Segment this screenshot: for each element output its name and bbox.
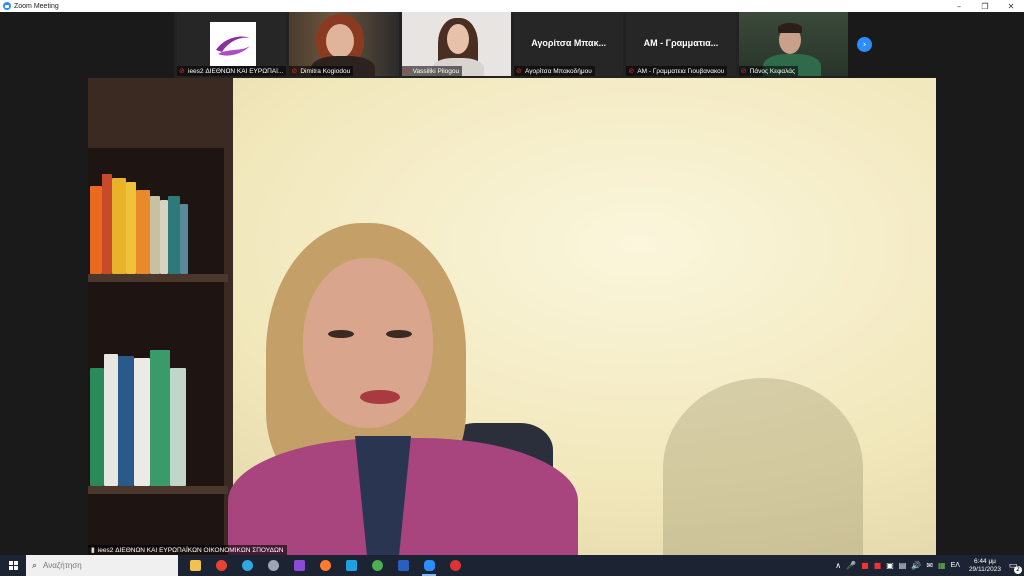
participant-nameplate: ⊘ iees2 ΔΙΕΘΝΩΝ ΚΑΙ ΕΥΡΩΠΑΪ... [177,66,287,76]
photos-icon [267,560,279,571]
skype-button[interactable] [338,555,364,576]
search-input[interactable] [43,561,144,570]
mic-muted-icon: ⊘ [628,66,635,75]
recorder-icon [449,560,461,571]
maximize-button[interactable]: ❐ [972,0,998,12]
zoom-icon [423,560,435,571]
participant-tile-agoritsa[interactable]: Αγορίτσα Μπακ... ⊘ Αγορίτσα Μπακοδήμου [513,12,624,76]
participant-name: Πάνος Κεφαλάς [749,67,796,75]
speaker-nameplate: ▮ iees2 ΔΙΕΘΝΩΝ ΚΑΙ ΕΥΡΩΠΑΪΚΩΝ ΟΙΚΟΝΟΜΙΚ… [88,545,287,555]
speaker-name: iees2 ΔΙΕΘΝΩΝ ΚΑΙ ΕΥΡΩΠΑΪΚΩΝ ΟΙΚΟΝΟΜΙΚΩΝ… [97,546,284,554]
recorder-button[interactable] [442,555,468,576]
participant-tile-am[interactable]: AM - Γραμματια... ⊘ AM - Γραμματεια Γιου… [626,12,736,76]
mic-muted-icon: ⊘ [515,66,522,75]
mic-muted-icon: ⊘ [291,66,298,75]
participant-name: iees2 ΔΙΕΘΝΩΝ ΚΑΙ ΕΥΡΩΠΑΪ... [188,67,284,75]
network-icon[interactable]: ▤ [899,561,907,570]
participant-nameplate: ⊘ Dimitra Kogiodou [289,66,354,76]
language-indicator[interactable]: ΕΛ [951,562,960,569]
tray-app-icon[interactable]: ■ [861,561,869,570]
chrome-icon [215,560,227,571]
close-button[interactable]: ✕ [998,0,1024,12]
chrome-button[interactable] [208,555,234,576]
firefox-icon [319,560,331,571]
participant-nameplate: ⊘ Αγορίτσα Μπακοδήμου [513,66,595,76]
chrome-icon [371,560,383,571]
search-icon: ⌕ [32,560,38,571]
chrome-profile-button[interactable] [364,555,390,576]
taskbar-search[interactable]: ⌕ [26,555,178,576]
start-button[interactable] [0,555,26,576]
windows-logo-icon [8,561,18,570]
folder-icon [189,560,201,571]
participant-name: AM - Γραμματεια Γιουβανακου [637,67,725,75]
participant-display-name: Αγορίτσα Μπακ... [531,38,607,48]
participant-video [446,24,469,54]
app-icon [293,560,305,571]
photos-button[interactable] [260,555,286,576]
taskbar-apps [182,555,468,576]
mic-muted-icon: ⊘ [179,66,185,75]
participant-tile-iees2[interactable]: ⊘ iees2 ΔΙΕΘΝΩΝ ΚΑΙ ΕΥΡΩΠΑΪ... [177,12,287,76]
minimize-button[interactable]: – [946,0,972,12]
tray-app-icon[interactable]: ■ [874,561,882,570]
edge-button[interactable] [234,555,260,576]
participant-nameplate: ⊘ Vassiliki Pilogou [401,66,463,76]
zoom-button[interactable] [416,555,442,576]
signal-icon: ▮ [91,546,95,554]
participant-name: Αγορίτσα Μπακοδήμου [524,67,592,75]
notification-count: 2 [1014,565,1022,574]
firefox-button[interactable] [312,555,338,576]
participant-name: Dimitra Kogiodou [300,67,351,75]
clock-time: 6:44 μμ [973,557,996,565]
volume-icon[interactable]: 🔊 [911,561,921,570]
title-bar: Zoom Meeting – ❐ ✕ [0,0,1024,12]
clock[interactable]: 6:44 μμ 29/11/2023 [969,558,1001,574]
notifications-button[interactable]: ▭ 2 [1006,559,1022,574]
participant-nameplate: ⊘ AM - Γραμματεια Γιουβανακου [626,66,728,76]
participant-tile-dimitra[interactable]: ⊘ Dimitra Kogiodou [289,12,399,76]
participant-name: Vassiliki Pilogou [412,67,460,75]
show-hidden-icons-icon[interactable]: ∧ [835,561,841,570]
gallery-strip: ⊘ iees2 ΔΙΕΘΝΩΝ ΚΑΙ ΕΥΡΩΠΑΪ... ⊘ Dimitra… [174,12,848,78]
skype-icon [345,560,357,571]
participant-tile-vassiliki[interactable]: ⊘ Vassiliki Pilogou [401,12,511,76]
organization-logo [210,22,256,66]
participant-display-name: AM - Γραμματια... [643,38,719,48]
mic-muted-icon: ⊘ [403,66,410,75]
participant-nameplate: ⊘ Πάνος Κεφαλάς [738,66,799,76]
app-button[interactable] [286,555,312,576]
word-button[interactable] [390,555,416,576]
window-title: Zoom Meeting [14,2,59,10]
system-tray: ∧ 🎤 ■ ■ ▣ ▤ 🔊 ✉ ▦ ΕΛ 6:44 μμ 29/11/2023 … [835,555,1024,576]
edge-icon [241,560,253,571]
meeting-area: ⊘ iees2 ΔΙΕΘΝΩΝ ΚΑΙ ΕΥΡΩΠΑΪ... ⊘ Dimitra… [0,12,1024,555]
active-speaker-video: ▮ iees2 ΔΙΕΘΝΩΝ ΚΑΙ ΕΥΡΩΠΑΪΚΩΝ ΟΙΚΟΝΟΜΙΚ… [88,78,936,555]
battery-icon[interactable]: ▣ [886,561,894,570]
tray-app-icon[interactable]: ▦ [938,561,946,570]
microphone-icon[interactable]: 🎤 [846,561,856,570]
next-page-button[interactable]: › [857,37,872,52]
windows-taskbar: ⌕ ∧ 🎤 ■ ■ ▣ ▤ 🔊 ✉ ▦ ΕΛ 6:44 μμ 29/11/202… [0,555,1024,576]
file-explorer-button[interactable] [182,555,208,576]
mail-icon[interactable]: ✉ [926,561,933,570]
participant-tile-panos[interactable]: ⊘ Πάνος Κεφαλάς [738,12,848,76]
word-icon [397,560,409,571]
window-controls: – ❐ ✕ [946,0,1024,12]
zoom-app-icon [3,2,11,10]
mic-muted-icon: ⊘ [740,66,747,75]
clock-date: 29/11/2023 [968,565,1001,573]
